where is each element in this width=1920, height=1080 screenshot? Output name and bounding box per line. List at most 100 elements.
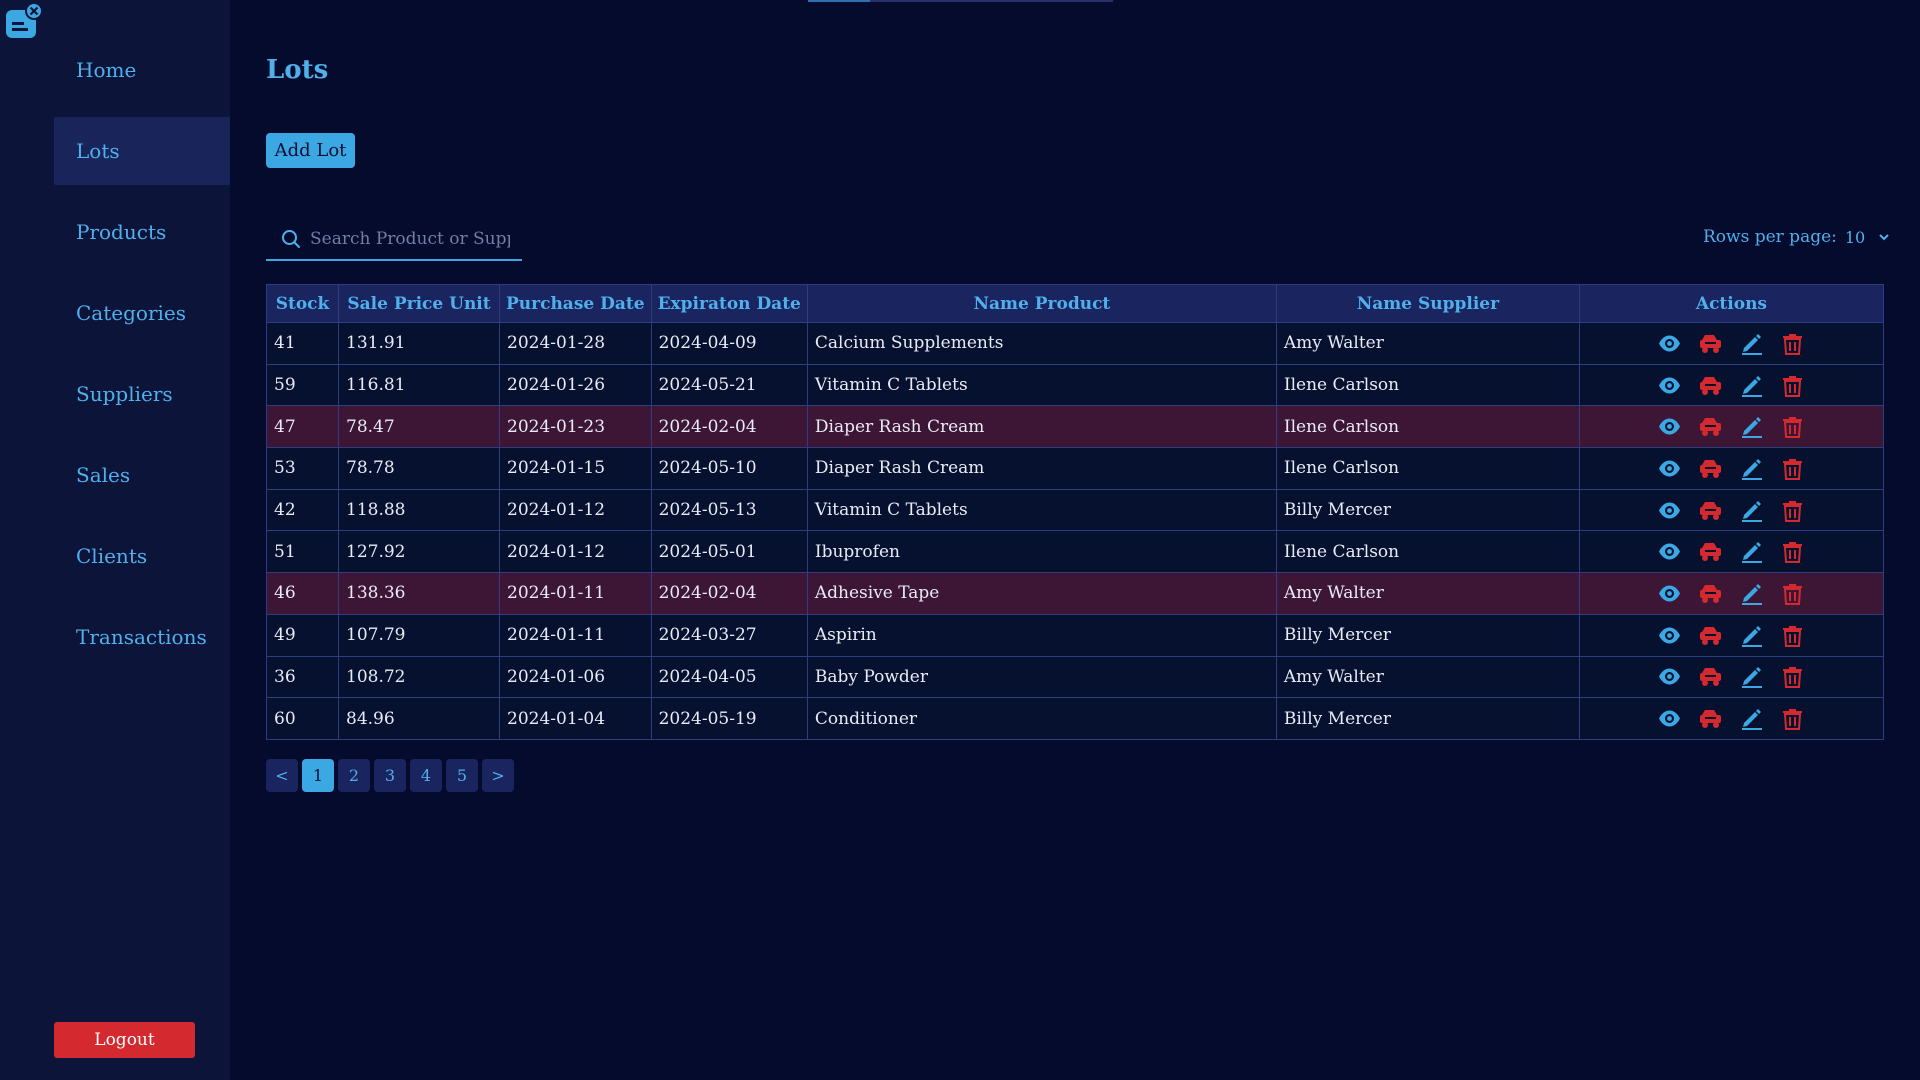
cell-price: 107.79 — [338, 613, 500, 657]
search-icon — [282, 229, 300, 248]
row-actions — [1587, 414, 1876, 439]
pencil-icon[interactable] — [1739, 539, 1764, 564]
pencil-icon[interactable] — [1739, 414, 1764, 439]
logout-button[interactable]: Logout — [54, 1022, 195, 1058]
column-header-purchase-date[interactable]: Purchase Date — [499, 284, 652, 323]
page-button-2[interactable]: 2 — [338, 759, 370, 792]
pencil-icon[interactable] — [1739, 373, 1764, 398]
column-header-product[interactable]: Name Product — [806, 284, 1277, 323]
pencil-icon[interactable] — [1739, 331, 1764, 356]
cell-product: Ibuprofen — [806, 530, 1277, 574]
trash-icon[interactable] — [1780, 373, 1805, 398]
page-button-1[interactable]: 1 — [302, 759, 334, 792]
cell-stock: 53 — [266, 447, 339, 490]
car-icon[interactable] — [1698, 706, 1723, 731]
eye-icon[interactable] — [1657, 539, 1682, 564]
page-title: Lots — [266, 55, 329, 85]
sidebar-item-sales[interactable]: Sales — [54, 441, 230, 509]
prev-page-button[interactable]: < — [266, 759, 298, 792]
trash-icon[interactable] — [1780, 331, 1805, 356]
car-icon[interactable] — [1698, 456, 1723, 481]
eye-icon[interactable] — [1657, 331, 1682, 356]
trash-icon[interactable] — [1780, 414, 1805, 439]
pencil-icon[interactable] — [1739, 664, 1764, 689]
sidebar-item-clients[interactable]: Clients — [54, 522, 230, 590]
cell-stock: 47 — [266, 405, 339, 449]
sidebar-item-products[interactable]: Products — [54, 198, 230, 266]
cell-stock: 46 — [266, 572, 339, 615]
trash-icon[interactable] — [1780, 498, 1805, 523]
cell-purchase: 2024-01-12 — [499, 488, 652, 532]
eye-icon[interactable] — [1657, 498, 1682, 523]
car-icon[interactable] — [1698, 414, 1723, 439]
pagination: <1 2 3 4 5 > — [266, 759, 514, 792]
sidebar-item-categories[interactable]: Categories — [54, 279, 230, 347]
row-actions — [1587, 373, 1876, 398]
page-button-3[interactable]: 3 — [374, 759, 406, 792]
sidebar: Home Lots Products Categories Suppliers Sales… — [0, 0, 230, 1080]
pencil-icon[interactable] — [1739, 581, 1764, 606]
cell-stock: 59 — [266, 363, 339, 407]
column-header-price[interactable]: Sale Price Unit — [338, 284, 500, 323]
cell-stock: 51 — [266, 530, 339, 574]
sidebar-item-lots[interactable]: Lots — [54, 117, 230, 185]
row-actions — [1587, 664, 1876, 689]
trash-icon[interactable] — [1780, 623, 1805, 648]
search-input[interactable] — [310, 228, 510, 249]
car-icon[interactable] — [1698, 539, 1723, 564]
page-button-4[interactable]: 4 — [410, 759, 442, 792]
car-icon[interactable] — [1698, 623, 1723, 648]
trash-icon[interactable] — [1780, 539, 1805, 564]
car-icon[interactable] — [1698, 331, 1723, 356]
cell-purchase: 2024-01-11 — [499, 613, 652, 657]
cell-purchase: 2024-01-04 — [499, 697, 652, 740]
pencil-icon[interactable] — [1739, 623, 1764, 648]
cell-actions — [1578, 405, 1885, 449]
top-progress-indicator — [808, 0, 1113, 2]
cell-supplier: Billy Mercer — [1275, 697, 1580, 740]
car-icon[interactable] — [1698, 498, 1723, 523]
eye-icon[interactable] — [1657, 373, 1682, 398]
table-row: 60 84.96 2024-01-04 2024-05-19 Conditioner Bi… — [266, 697, 1885, 740]
trash-icon[interactable] — [1780, 664, 1805, 689]
car-icon[interactable] — [1698, 581, 1723, 606]
sidebar-item-transactions[interactable]: Transactions — [54, 603, 230, 671]
sidebar-item-home[interactable]: Home — [54, 36, 230, 104]
sidebar-item-suppliers[interactable]: Suppliers — [54, 360, 230, 428]
cell-actions — [1578, 530, 1885, 574]
cell-purchase: 2024-01-06 — [499, 655, 652, 699]
cell-supplier: Ilene Carlson — [1275, 405, 1580, 449]
pencil-icon[interactable] — [1739, 498, 1764, 523]
cell-supplier: Amy Walter — [1275, 655, 1580, 699]
cell-product: Calcium Supplements — [806, 322, 1277, 365]
cell-price: 78.78 — [338, 447, 500, 490]
eye-icon[interactable] — [1657, 664, 1682, 689]
chevron-down-icon[interactable] — [1877, 230, 1891, 244]
pencil-icon[interactable] — [1739, 706, 1764, 731]
column-header-expiration-date[interactable]: Expiraton Date — [650, 284, 808, 323]
table-row: 51 127.92 2024-01-12 2024-05-01 Ibuprofen Ile… — [266, 530, 1885, 574]
next-page-button[interactable]: > — [482, 759, 514, 792]
page-button-5[interactable]: 5 — [446, 759, 478, 792]
cell-actions — [1578, 322, 1885, 365]
eye-icon[interactable] — [1657, 623, 1682, 648]
pencil-icon[interactable] — [1739, 456, 1764, 481]
eye-icon[interactable] — [1657, 581, 1682, 606]
table-row: 42 118.88 2024-01-12 2024-05-13 Vitamin C Ta… — [266, 488, 1885, 532]
cell-actions — [1578, 447, 1885, 490]
row-actions — [1587, 498, 1876, 523]
eye-icon[interactable] — [1657, 414, 1682, 439]
add-lot-button[interactable]: Add Lot — [266, 133, 355, 168]
trash-icon[interactable] — [1780, 456, 1805, 481]
rows-per-page-select[interactable]: 10 — [1845, 228, 1865, 247]
cell-supplier: Amy Walter — [1275, 572, 1580, 615]
cell-actions — [1578, 655, 1885, 699]
column-header-supplier[interactable]: Name Supplier — [1275, 284, 1580, 323]
eye-icon[interactable] — [1657, 706, 1682, 731]
trash-icon[interactable] — [1780, 706, 1805, 731]
car-icon[interactable] — [1698, 373, 1723, 398]
eye-icon[interactable] — [1657, 456, 1682, 481]
car-icon[interactable] — [1698, 664, 1723, 689]
trash-icon[interactable] — [1780, 581, 1805, 606]
column-header-stock[interactable]: Stock — [266, 284, 339, 323]
